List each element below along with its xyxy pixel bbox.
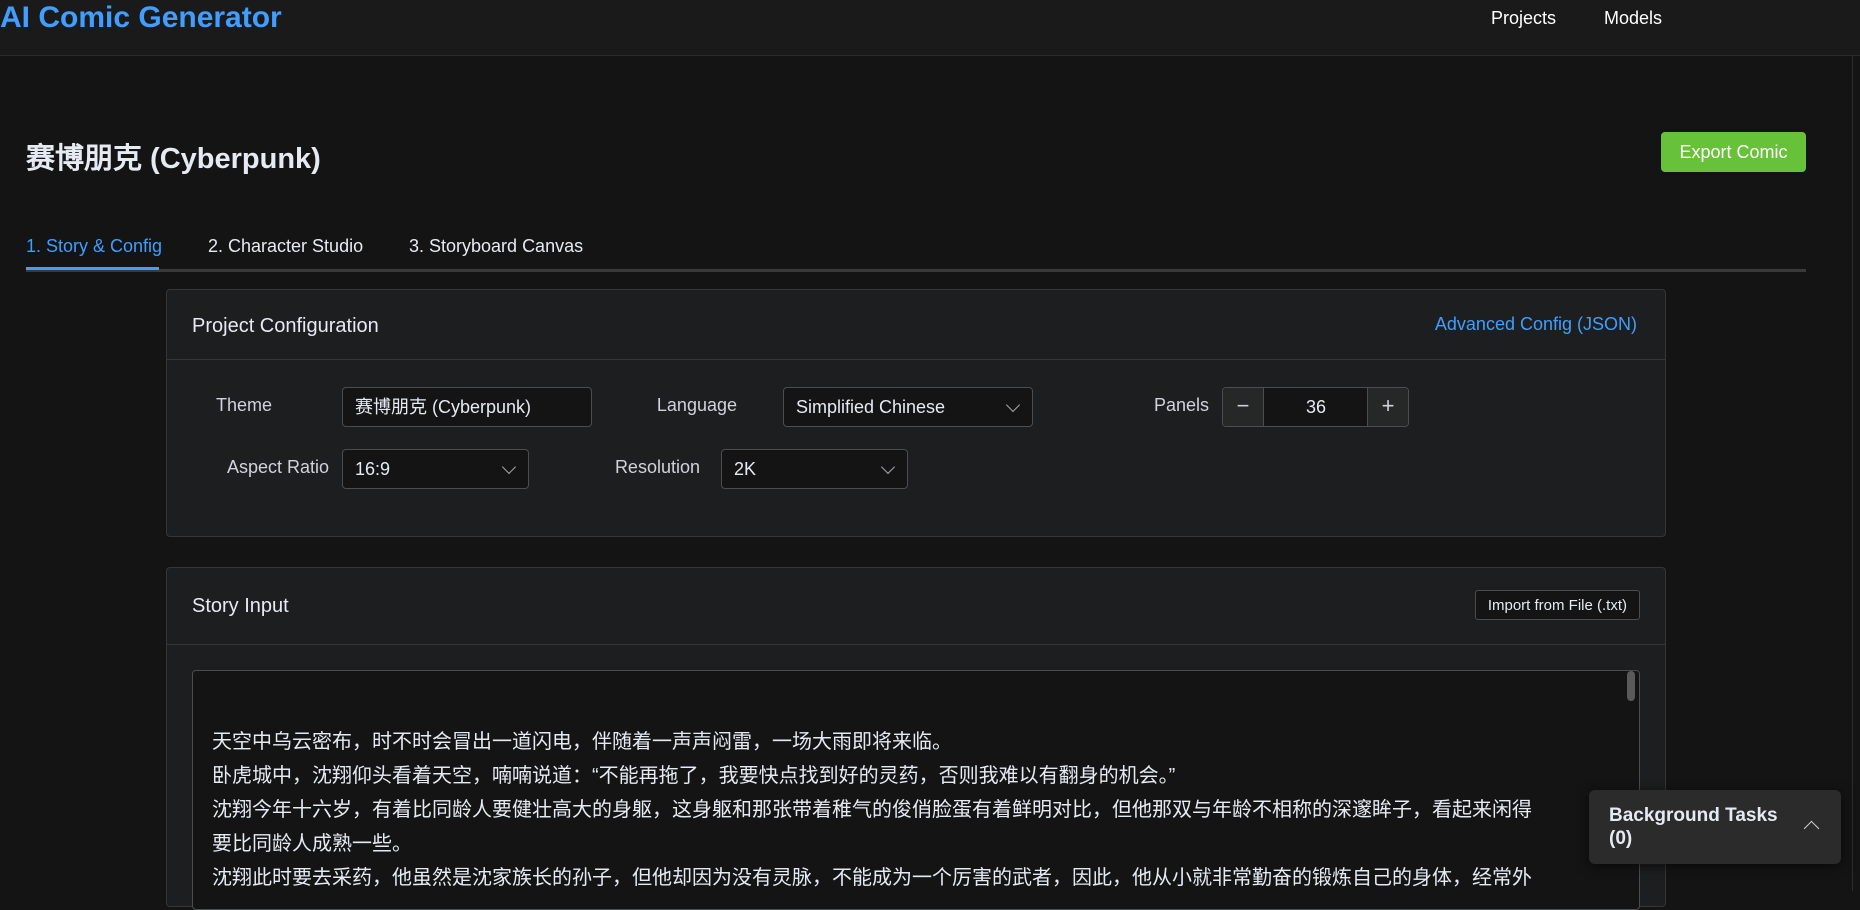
- tab-story-config[interactable]: 1. Story & Config: [26, 236, 162, 257]
- resolution-label: Resolution: [614, 457, 700, 477]
- aspect-ratio-value: 16:9: [355, 459, 391, 479]
- card-title: Project Configuration: [192, 315, 379, 337]
- aspect-ratio-select[interactable]: 16:9: [342, 449, 529, 489]
- story-line: 要比同龄人成熟一些。: [212, 833, 412, 855]
- background-tasks-label: Background Tasks (0): [1609, 805, 1778, 849]
- decrement-button[interactable]: −: [1223, 388, 1264, 426]
- nav-models-link[interactable]: Models: [1604, 8, 1662, 28]
- chevron-down-icon: [880, 459, 896, 475]
- panels-value[interactable]: 36: [1264, 388, 1368, 426]
- language-value: Simplified Chinese: [796, 397, 946, 417]
- story-line: 天空中乌云密布，时不时会冒出一道闪电，伴随着一声声闷雷，一场大雨即将来临。: [212, 731, 952, 753]
- increment-button[interactable]: +: [1367, 388, 1408, 426]
- tab-storyboard-canvas[interactable]: 3. Storyboard Canvas: [409, 236, 583, 257]
- panels-label: Panels: [1153, 395, 1209, 415]
- chevron-up-icon[interactable]: [1803, 820, 1820, 837]
- tab-character-studio[interactable]: 2. Character Studio: [208, 236, 363, 257]
- import-file-button[interactable]: Import from File (.txt): [1474, 590, 1640, 620]
- active-tab-indicator: [26, 267, 159, 270]
- story-textarea[interactable]: 天空中乌云密布，时不时会冒出一道闪电，伴随着一声声闷雷，一场大雨即将来临。 卧虎…: [192, 670, 1640, 910]
- card-header: Story Input Import from File (.txt): [167, 568, 1665, 645]
- panels-stepper[interactable]: − 36 +: [1222, 387, 1409, 427]
- language-label: Language: [656, 395, 737, 415]
- story-line: 沈翔此时要去采药，他虽然是沈家族长的孙子，但他却因为没有灵脉，不能成为一个厉害的…: [212, 867, 1532, 889]
- export-comic-button[interactable]: Export Comic: [1661, 132, 1806, 172]
- page-scrollbar[interactable]: [1850, 56, 1860, 891]
- chevron-down-icon: [501, 459, 517, 475]
- nav-projects-link[interactable]: Projects: [1491, 8, 1556, 28]
- page-scrollbar-thumb[interactable]: [1852, 56, 1859, 891]
- page-title: 赛博朋克 (Cyberpunk): [26, 143, 321, 175]
- background-tasks-panel[interactable]: Background Tasks (0): [1589, 790, 1841, 864]
- textarea-scrollbar[interactable]: [1627, 671, 1635, 701]
- aspect-ratio-label: Aspect Ratio: [226, 457, 329, 477]
- card-header: Project Configuration Advanced Config (J…: [167, 290, 1665, 360]
- card-title: Story Input: [192, 595, 289, 617]
- project-config-card: Project Configuration Advanced Config (J…: [166, 289, 1666, 537]
- advanced-config-link[interactable]: Advanced Config (JSON): [1435, 314, 1637, 335]
- top-navbar: AI Comic Generator Projects Models: [0, 0, 1860, 56]
- story-line: 卧虎城中，沈翔仰头看着天空，喃喃说道：“不能再拖了，我要快点找到好的灵药，否则我…: [212, 765, 1176, 787]
- story-text: 天空中乌云密布，时不时会冒出一道闪电，伴随着一声声闷雷，一场大雨即将来临。 卧虎…: [212, 725, 1609, 895]
- theme-input[interactable]: 赛博朋克 (Cyberpunk): [342, 387, 592, 427]
- app-title[interactable]: AI Comic Generator: [0, 0, 282, 36]
- chevron-down-icon: [1005, 397, 1021, 413]
- story-line: 沈翔今年十六岁，有着比同龄人要健壮高大的身躯，这身躯和那张带着稚气的俊俏脸蛋有着…: [212, 799, 1532, 821]
- language-select[interactable]: Simplified Chinese: [783, 387, 1033, 427]
- resolution-value: 2K: [734, 459, 757, 479]
- tab-bar: 1. Story & Config 2. Character Studio 3.…: [26, 226, 1806, 272]
- resolution-select[interactable]: 2K: [721, 449, 908, 489]
- story-input-card: Story Input Import from File (.txt) 天空中乌…: [166, 567, 1666, 910]
